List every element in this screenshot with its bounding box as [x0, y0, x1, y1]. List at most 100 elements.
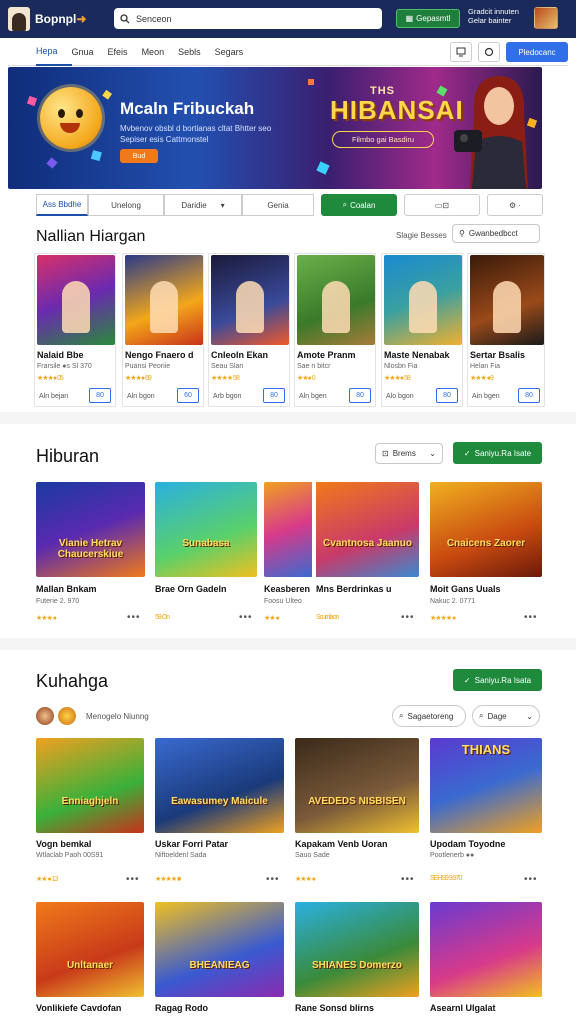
- nav-item-efeis[interactable]: Efeis: [108, 38, 142, 66]
- game-thumbnail[interactable]: Vianie Hetrav Chaucerskiue: [36, 482, 145, 577]
- chevron-down-icon: ⌄: [526, 711, 533, 721]
- game-thumbnail[interactable]: Enniaghjeln: [36, 738, 144, 833]
- top-cta-button[interactable]: ▦ Gepasmtl: [396, 9, 460, 28]
- nav-item-meon[interactable]: Meon: [142, 38, 179, 66]
- game-thumbnail[interactable]: AVEDEDS NISBISEN: [295, 738, 419, 833]
- game-thumbnail[interactable]: Cnaicens Zaorer: [430, 482, 542, 577]
- avatar[interactable]: [58, 707, 76, 725]
- card-primary-button[interactable]: 80: [436, 388, 458, 403]
- section3-green-button[interactable]: ✓ Saniyu.Ra Isata: [453, 669, 542, 691]
- card-subtitle: Nlosbn Fia: [384, 363, 418, 370]
- game-card[interactable]: Cnaicens Zaorer Moit Gans Uuals Nakuc 2. 0…: [430, 482, 542, 630]
- card-title: Sertar Bsalis: [470, 350, 526, 360]
- more-options-icon[interactable]: •••: [401, 874, 415, 885]
- game-card[interactable]: Sunabasa Brae Orn Gadeln 59 On •••: [155, 482, 257, 630]
- section1-right-text[interactable]: Slagie Besses: [396, 231, 447, 240]
- game-card[interactable]: Sertar Bsalis Helan Fia ★★★ ●9 Ain bgen 80: [467, 253, 545, 407]
- filter-tab-0[interactable]: Ass Bbdhe: [36, 194, 88, 216]
- game-card[interactable]: Cvantnosa Jaanuo Mns Berdrinkas u Scurnlao…: [316, 482, 419, 630]
- section3-tag-label[interactable]: Menogelo Niunng: [86, 712, 149, 721]
- filter-icon: ⚲: [459, 229, 465, 238]
- game-card[interactable]: Enniaghjeln Vogn bemkal Wtlaclab Paoh 00S9…: [36, 738, 144, 888]
- card-secondary-button[interactable]: Ain bgen: [472, 393, 500, 400]
- brand-name[interactable]: Bopnpl➜: [35, 12, 86, 26]
- filter-tab-3[interactable]: Genia: [242, 194, 314, 216]
- section2-green-button[interactable]: ✓ Saniyu.Ra Isate: [453, 442, 542, 464]
- section3-search-pill[interactable]: ⌕ Sagaetoreng: [392, 705, 466, 727]
- brand-logo[interactable]: [8, 7, 30, 31]
- avatar[interactable]: [36, 707, 54, 725]
- game-thumbnail[interactable]: [384, 255, 462, 345]
- filter-tab-2[interactable]: Daridie ▾: [164, 194, 242, 216]
- game-thumbnail[interactable]: [264, 482, 312, 577]
- nav-item-sebls[interactable]: Sebls: [178, 38, 215, 66]
- top-promo-text[interactable]: Gradcit innuten Gelar bainter: [468, 7, 530, 25]
- card-secondary-button[interactable]: Arb bgon: [213, 393, 241, 400]
- section3-sort-pill[interactable]: ⌕ Dage ⌄: [472, 705, 540, 727]
- hero-button[interactable]: Bud: [120, 149, 158, 163]
- game-card[interactable]: Eawasumey Maicule Uskar Forri Patar Niftoe…: [155, 738, 284, 888]
- game-card[interactable]: SHIANES Domerzo Rane Sonsd blirns: [295, 902, 419, 1024]
- game-thumbnail[interactable]: Unltanaer: [36, 902, 144, 997]
- game-thumbnail[interactable]: SHIANES Domerzo: [295, 902, 419, 997]
- game-card[interactable]: Unltanaer Vonlikiefe Cavdofan: [36, 902, 144, 1024]
- game-thumbnail[interactable]: BHEANIEAG: [155, 902, 284, 997]
- game-card[interactable]: THIANS Upodam Toyodne Pootlenerb ●● SEHS9 9…: [430, 738, 542, 888]
- game-thumbnail[interactable]: Sunabasa: [155, 482, 257, 577]
- card-primary-button[interactable]: 80: [518, 388, 540, 403]
- card-primary-button[interactable]: 60: [177, 388, 199, 403]
- thumbnail-title-art: Cnaicens Zaorer: [446, 538, 526, 549]
- brand-dot-icon: ➜: [76, 12, 87, 26]
- game-card[interactable]: Nengo Fnaero d Puansi Peoriie ★★★● 69 Aln b…: [122, 253, 204, 407]
- more-options-icon[interactable]: •••: [401, 612, 415, 623]
- search-input[interactable]: Senceon: [114, 8, 382, 29]
- game-thumbnail[interactable]: Eawasumey Maicule: [155, 738, 284, 833]
- nav-item-segars[interactable]: Segars: [215, 38, 258, 66]
- card-primary-button[interactable]: 80: [349, 388, 371, 403]
- game-card[interactable]: Asearnl Ulgalat: [430, 902, 542, 1024]
- layout-toggle-button[interactable]: ▭⊡: [404, 194, 480, 216]
- game-card[interactable]: Cnleoln Ekan Seau Slan ★★★★ 58 Arb bgon 80: [208, 253, 290, 407]
- more-options-icon[interactable]: •••: [266, 874, 280, 885]
- user-avatar[interactable]: [534, 7, 558, 29]
- game-card[interactable]: Amote Pranm Sae n bitcr ★★● 0 Aln bgen 80: [294, 253, 376, 407]
- card-secondary-button[interactable]: Aln bejan: [39, 393, 68, 400]
- game-card[interactable]: AVEDEDS NISBISEN Kapakam Venb Uoran Sauo S…: [295, 738, 419, 888]
- game-thumbnail[interactable]: Cvantnosa Jaanuo: [316, 482, 419, 577]
- nav-item-gnua[interactable]: Gnua: [72, 38, 108, 66]
- more-options-icon[interactable]: •••: [127, 612, 141, 623]
- card-secondary-button[interactable]: Alo bgon: [386, 393, 414, 400]
- nav-item-hepa[interactable]: Hepa: [36, 38, 72, 66]
- game-card[interactable]: Nalaid Bbe Frarsile ●s Sl 370 ★★★● 05 Aln b…: [34, 253, 116, 407]
- game-thumbnail[interactable]: [211, 255, 289, 345]
- game-thumbnail[interactable]: [125, 255, 203, 345]
- thumbnail-title-art: SHIANES Domerzo: [311, 960, 402, 971]
- hero-banner[interactable]: Mcaln Fribuckah Mvbenov obsbl d bortiana…: [8, 67, 542, 189]
- game-thumbnail[interactable]: THIANS: [430, 738, 542, 833]
- section1-right-pill[interactable]: ⚲ Gwanbedbcct: [452, 224, 540, 243]
- more-options-icon[interactable]: •••: [239, 612, 253, 623]
- game-card[interactable]: Maste Nenabak Nlosbn Fia ★★★● 58 Alo bgon 80: [381, 253, 463, 407]
- card-primary-button[interactable]: 80: [89, 388, 111, 403]
- hero-pill-button[interactable]: Filmbo gai Basdiru: [332, 131, 434, 148]
- more-options-icon[interactable]: •••: [524, 874, 538, 885]
- more-options-icon[interactable]: •••: [524, 612, 538, 623]
- game-card[interactable]: BHEANIEAG Ragag Rodo: [155, 902, 284, 1024]
- section2-dropdown[interactable]: ⊡ Brems ⌄: [375, 443, 443, 464]
- settings-button[interactable]: ⚙ ·: [487, 194, 543, 216]
- game-card[interactable]: Keasberen Foosu Ulteo ★★ ●: [264, 482, 312, 630]
- refresh-icon[interactable]: [478, 42, 500, 62]
- card-primary-button[interactable]: 80: [263, 388, 285, 403]
- game-thumbnail[interactable]: [37, 255, 115, 345]
- nav-cta-button[interactable]: Pledocanc: [506, 42, 568, 62]
- more-options-icon[interactable]: •••: [126, 874, 140, 885]
- game-thumbnail[interactable]: [470, 255, 544, 345]
- card-secondary-button[interactable]: Aln bgen: [299, 393, 327, 400]
- filter-search-button[interactable]: ⌕ Coalan: [321, 194, 397, 216]
- game-thumbnail[interactable]: [430, 902, 542, 997]
- bookmark-icon[interactable]: [450, 42, 472, 62]
- card-secondary-button[interactable]: Aln bgon: [127, 393, 155, 400]
- filter-tab-1[interactable]: Unelong: [88, 194, 164, 216]
- game-card[interactable]: Vianie Hetrav Chaucerskiue Mallan Bnkam Fu…: [36, 482, 145, 630]
- game-thumbnail[interactable]: [297, 255, 375, 345]
